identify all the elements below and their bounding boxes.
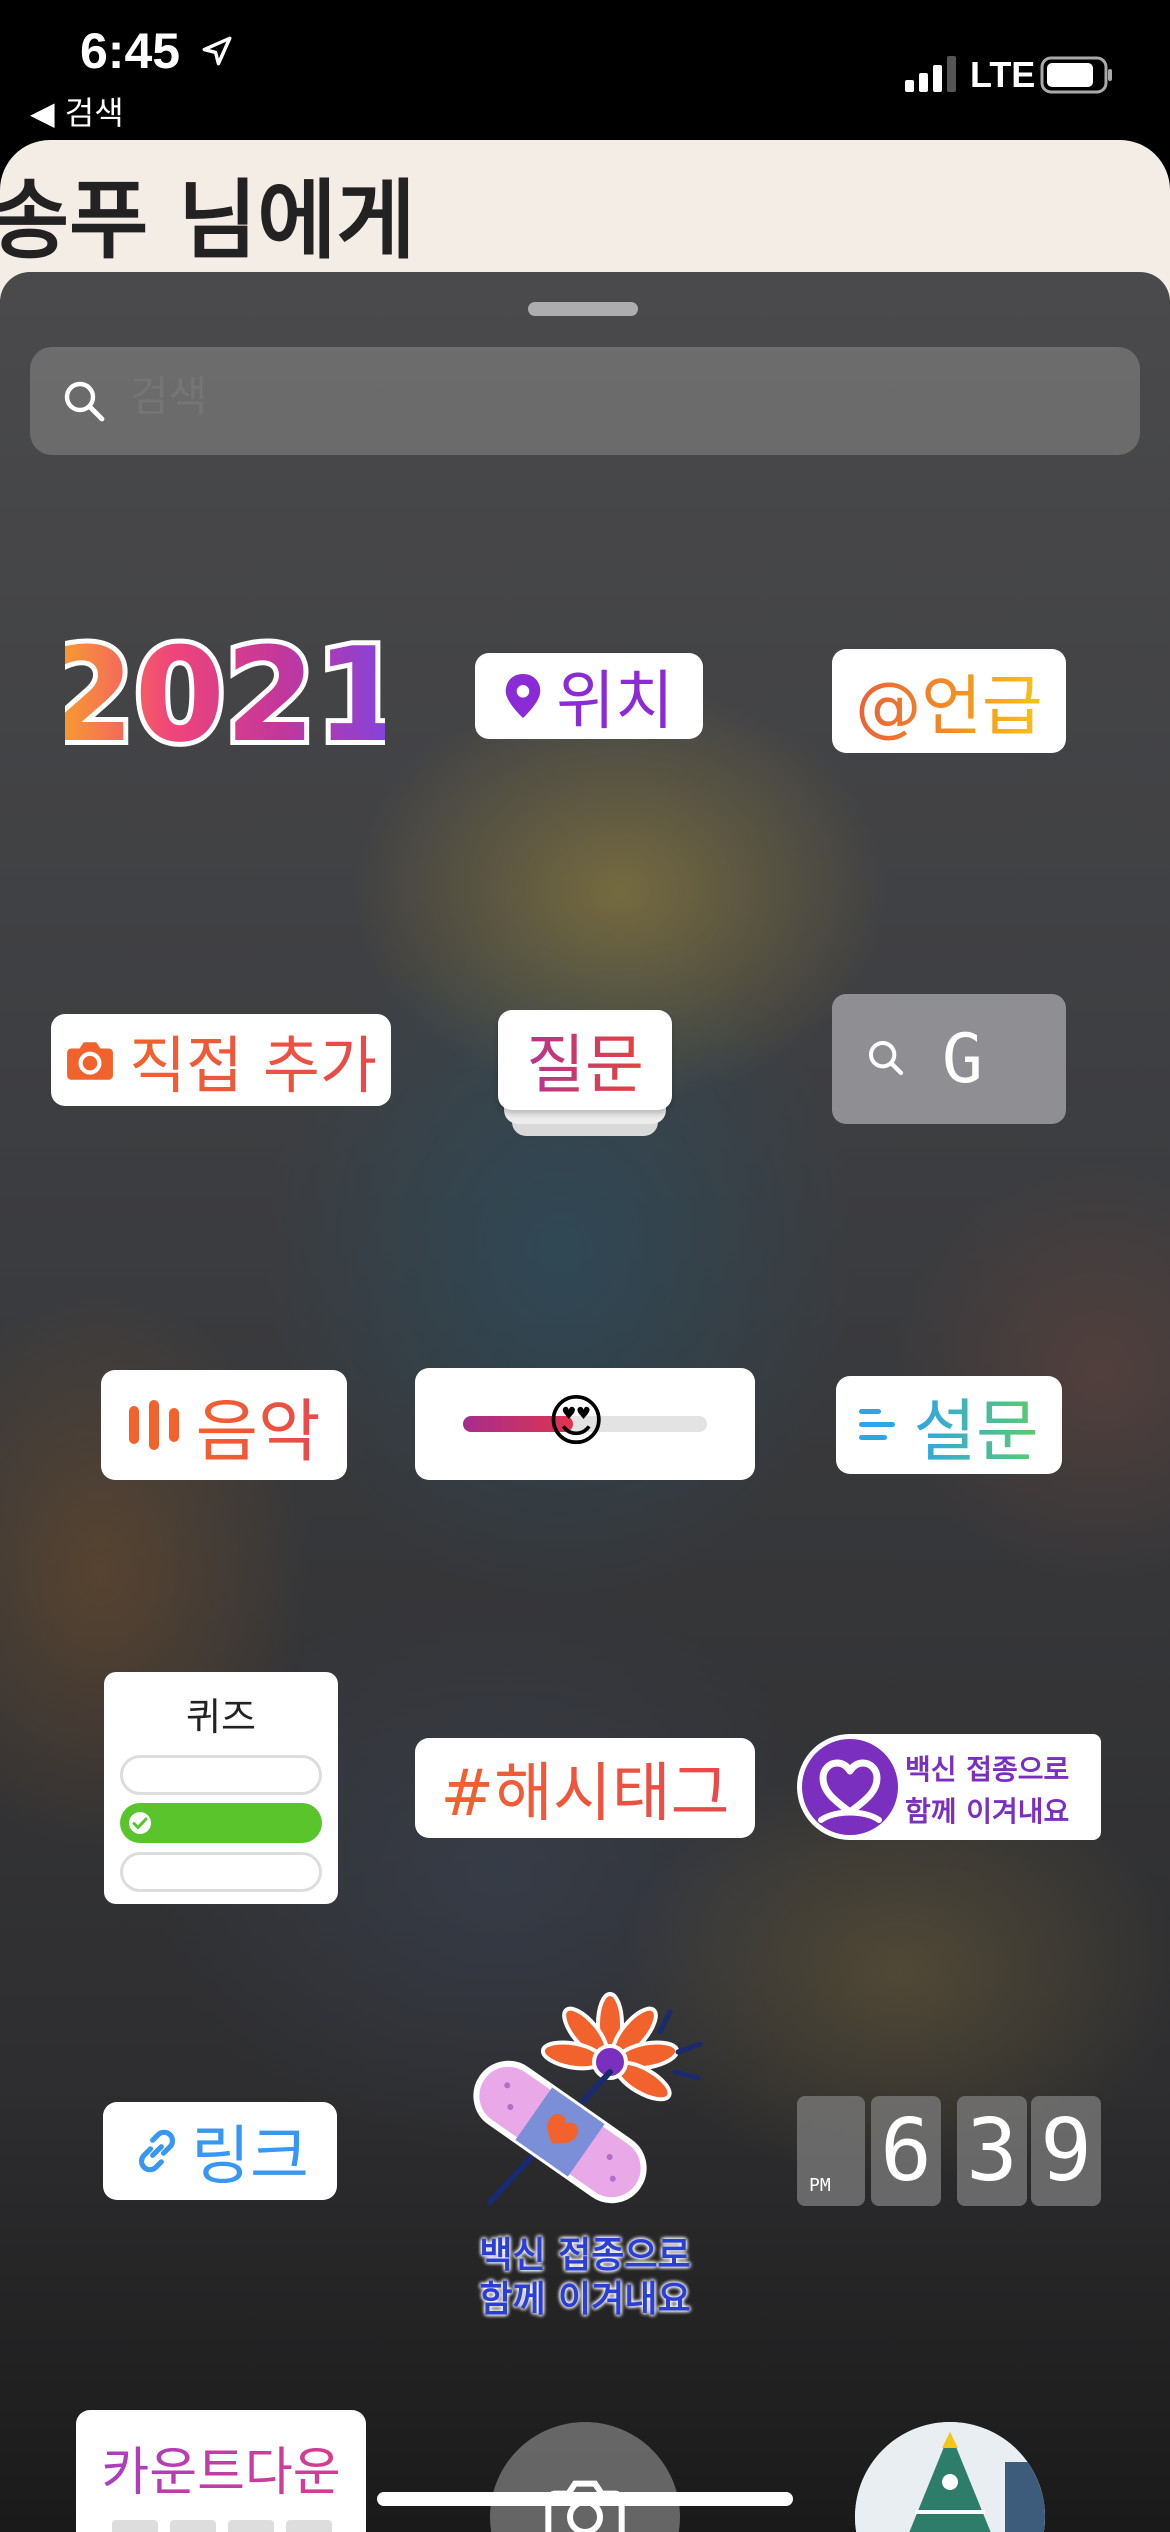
cellular-signal-icon [905, 56, 956, 92]
camera-icon [67, 1042, 113, 1080]
sticker-search-bar[interactable] [30, 347, 1140, 455]
sheet-drag-handle[interactable] [528, 302, 638, 316]
clock-digit-tile: 9 [1031, 2096, 1101, 2206]
status-time: 6:45 [80, 23, 181, 79]
heart-badge-icon [802, 1739, 898, 1835]
add-yours-label: 직접 추가 [129, 1015, 377, 1105]
vaccine-badge-sticker[interactable]: 백신 접종으로 함께 이겨내요 [797, 1734, 1101, 1840]
quiz-sticker[interactable]: 퀴즈 [104, 1672, 338, 1904]
vaccine-art-line2: 함께 이겨내요 [479, 2279, 691, 2320]
slider-track: 😍 [463, 1389, 707, 1454]
network-type: LTE [970, 54, 1036, 95]
gif-search-letter: G [942, 1020, 983, 1099]
map-pin-icon [505, 674, 541, 718]
link-sticker[interactable]: 링크 [103, 2102, 337, 2200]
holiday-tree-sticker[interactable] [855, 2422, 1045, 2532]
music-label: 음악 [195, 1376, 320, 1475]
clock-digit-min-tens: 3 [966, 2101, 1018, 2201]
quiz-option-1 [120, 1755, 322, 1795]
vaccine-badge-line1: 백신 접종으로 [905, 1753, 1070, 1786]
background-title: 송푸 님에게 [0, 171, 416, 271]
back-to-search-link[interactable]: ◀ 검색 [30, 88, 124, 134]
quiz-option-3 [120, 1852, 322, 1892]
vaccine-art-sticker[interactable]: 백신 접종으로 함께 이겨내요 [450, 1992, 720, 2320]
camera-sticker-button[interactable] [490, 2422, 680, 2532]
battery-icon [1040, 56, 1112, 94]
clock-sticker[interactable]: PM 6 3 9 [797, 2096, 1101, 2208]
slider-emoji: 😍 [547, 1389, 606, 1454]
clock-digit-min-ones: 9 [1040, 2101, 1092, 2201]
gif-search-sticker[interactable]: G [832, 994, 1066, 1124]
music-sticker[interactable]: 음악 [101, 1370, 347, 1480]
search-input[interactable] [128, 371, 1032, 422]
sticker-sheet: 2021 위치 @언급 직접 추가 질문 G [0, 272, 1170, 2532]
poll-sticker[interactable]: 설문 [836, 1376, 1062, 1474]
countdown-sticker[interactable]: 카운트다운 [76, 2410, 366, 2532]
quiz-title: 퀴즈 [186, 1695, 256, 1739]
sticker-2021-text: 2021 [65, 622, 385, 762]
bandage-flower-illustration [473, 1992, 703, 2205]
add-yours-sticker[interactable]: 직접 추가 [51, 1014, 391, 1106]
vaccine-badge-line2: 함께 이겨내요 [905, 1795, 1070, 1828]
questions-card: 질문 [498, 1010, 672, 1110]
quiz-option-correct [120, 1803, 322, 1843]
clock-ampm: PM [809, 2175, 831, 2196]
questions-label: 질문 [526, 1014, 644, 1106]
location-sticker[interactable]: 위치 [475, 653, 703, 739]
christmas-tree-illustration [855, 2422, 1045, 2532]
clock-ampm-tile: PM [797, 2096, 865, 2206]
clock-digit-tile: 3 [957, 2096, 1027, 2206]
hashtag-label: #해시태그 [440, 1742, 729, 1834]
link-icon [139, 2129, 176, 2173]
questions-sticker[interactable]: 질문 [498, 1010, 672, 1140]
location-arrow-icon [202, 36, 232, 66]
countdown-label: 카운트다운 [76, 2430, 366, 2505]
location-sticker-label: 위치 [556, 665, 674, 739]
hashtag-sticker[interactable]: #해시태그 [415, 1738, 755, 1838]
check-icon [129, 1812, 151, 1834]
home-indicator [377, 2492, 793, 2506]
countdown-tiles [112, 2520, 332, 2532]
gif-search-icon [869, 1041, 904, 1076]
link-label: 링크 [191, 2120, 309, 2194]
emoji-slider-sticker[interactable]: 😍 [415, 1368, 755, 1480]
clock-digit-hour: 6 [880, 2101, 932, 2201]
poll-label: 설문 [913, 1376, 1038, 1475]
poll-lines-icon [859, 1409, 896, 1440]
clock-digit-tile: 6 [871, 2096, 941, 2206]
status-bar: 6:45 ◀ 검색 LTE [0, 0, 1170, 140]
mention-sticker-label: @언급 [855, 653, 1042, 749]
music-bars-icon [129, 1400, 180, 1450]
search-icon [64, 381, 105, 422]
mention-sticker[interactable]: @언급 [832, 649, 1066, 753]
sticker-2021[interactable]: 2021 [65, 622, 385, 762]
